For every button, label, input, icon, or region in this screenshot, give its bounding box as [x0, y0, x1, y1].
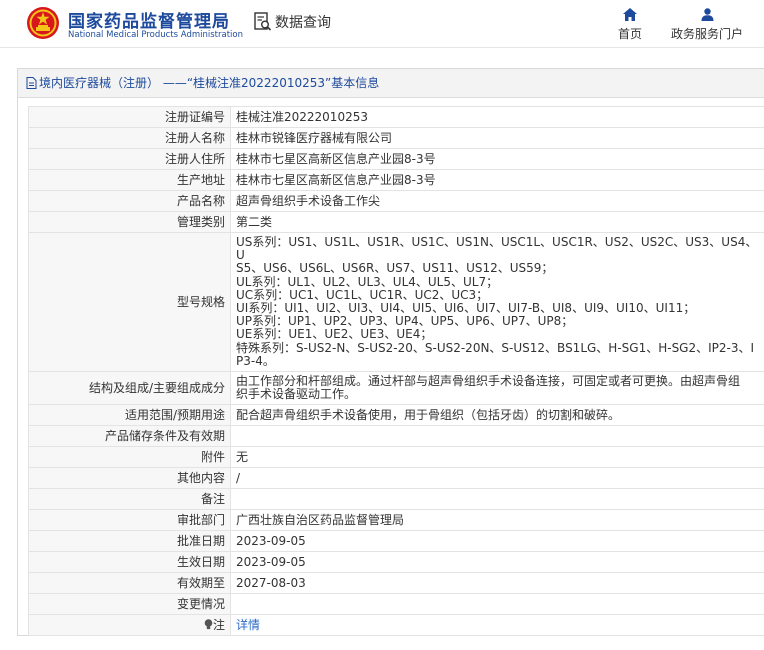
model-line: P3-4。: [236, 353, 275, 368]
field-label: 附件: [28, 446, 231, 469]
model-line: 特殊系列：S-US2-N、S-US2-20、S-US2-20N、S-US12、B…: [236, 340, 755, 355]
model-line: US系列：US1、US1L、US1R、US1C、US1N、USC1L、USC1R…: [236, 235, 758, 263]
table-row: 注册证编号 桂械注准20222010253: [28, 106, 764, 128]
site-header: 国家药品监督管理局 National Medical Products Admi…: [0, 0, 764, 48]
user-icon: [701, 8, 713, 21]
field-value: [230, 488, 764, 511]
home-icon: [623, 8, 637, 21]
field-label: 型号规格: [28, 231, 231, 373]
field-value: 广西壮族自治区药品监督管理局: [230, 509, 764, 532]
document-icon: [26, 77, 37, 89]
table-row: 注 详情: [28, 614, 764, 637]
registration-info-table: 注册证编号 桂械注准20222010253 注册人名称 桂林市锐锋医疗器械有限公…: [28, 106, 764, 637]
field-value: 配合超声骨组织手术设备使用，用于骨组织（包括牙齿）的切割和破碎。: [230, 404, 764, 427]
info-panel: 境内医疗器械（注册） ——“桂械注准20222010253”基本信息 注册证编号…: [17, 68, 764, 637]
structure-value: 由工作部分和杆部组成。通过杆部与超声骨组织手术设备连接，可固定或者可更换。由超声…: [230, 371, 764, 406]
table-row: 注册人住所 桂林市七星区高新区信息产业园8-3号: [28, 148, 764, 170]
table-row: 结构及组成/主要组成成分 由工作部分和杆部组成。通过杆部与超声骨组织手术设备连接…: [28, 371, 764, 406]
nav-home[interactable]: 首页: [610, 8, 650, 42]
table-row: 批准日期 2023-09-05: [28, 530, 764, 553]
note-label: 注: [28, 614, 231, 637]
field-label: 生产地址: [28, 169, 231, 191]
model-line: UL系列：UL1、UL2、UL3、UL4、UL5、UL7；: [236, 274, 499, 289]
field-value: 2023-09-05: [230, 551, 764, 574]
table-row: 附件 无: [28, 446, 764, 469]
field-label: 产品名称: [28, 190, 231, 212]
field-label: 有效期至: [28, 572, 231, 595]
field-label: 注: [212, 618, 225, 633]
field-label: 结构及组成/主要组成成分: [28, 371, 231, 406]
field-value: 2023-09-05: [230, 530, 764, 553]
field-value: [230, 425, 764, 448]
brand-title: 国家药品监督管理局: [68, 12, 230, 32]
lightbulb-icon: [204, 619, 213, 630]
nav-home-label: 首页: [617, 27, 642, 41]
table-row: 产品储存条件及有效期: [28, 425, 764, 448]
model-line: UE系列：UE1、UE2、UE3、UE4；: [236, 327, 433, 342]
field-value: 桂林市锐锋医疗器械有限公司: [230, 127, 764, 149]
field-label: 产品储存条件及有效期: [28, 425, 231, 448]
field-value: 第二类: [230, 211, 764, 233]
table-row: 型号规格 US系列：US1、US1L、US1R、US1C、US1N、USC1L、…: [28, 231, 764, 373]
data-query-link[interactable]: 数据查询: [254, 12, 331, 32]
table-row: 有效期至 2027-08-03: [28, 572, 764, 595]
table-row: 管理类别 第二类: [28, 211, 764, 233]
table-row: 生产地址 桂林市七星区高新区信息产业园8-3号: [28, 169, 764, 191]
details-link[interactable]: 详情: [236, 618, 260, 632]
table-row: 其他内容 /: [28, 467, 764, 490]
field-label: 注册证编号: [28, 106, 231, 128]
field-value: 桂林市七星区高新区信息产业园8-3号: [230, 148, 764, 170]
field-value: 无: [230, 446, 764, 469]
document-search-icon: [254, 12, 272, 31]
structure-line: 织手术设备驱动工作。: [236, 387, 357, 402]
table-row: 审批部门 广西壮族自治区药品监督管理局: [28, 509, 764, 532]
field-label: 审批部门: [28, 509, 231, 532]
field-label: 备注: [28, 488, 231, 511]
national-emblem-icon: [27, 7, 59, 39]
field-value: 超声骨组织手术设备工作尖: [230, 190, 764, 212]
field-value: 桂林市七星区高新区信息产业园8-3号: [230, 169, 764, 191]
field-label: 注册人名称: [28, 127, 231, 149]
table-row: 适用范围/预期用途 配合超声骨组织手术设备使用，用于骨组织（包括牙齿）的切割和破…: [28, 404, 764, 427]
data-query-label: 数据查询: [275, 15, 331, 31]
field-value: /: [230, 467, 764, 490]
panel-title: 境内医疗器械（注册） ——“桂械注准20222010253”基本信息: [18, 69, 764, 98]
field-label: 其他内容: [28, 467, 231, 490]
table-row: 变更情况: [28, 593, 764, 616]
field-value: 桂械注准20222010253: [230, 106, 764, 128]
table-row: 备注: [28, 488, 764, 511]
field-value: 2027-08-03: [230, 572, 764, 595]
model-spec-value: US系列：US1、US1L、US1R、US1C、US1N、USC1L、USC1R…: [230, 231, 764, 373]
model-line: S5、US6、US6L、US6R、US7、US11、US12、US59；: [236, 261, 554, 276]
field-value: [230, 593, 764, 616]
table-row: 生效日期 2023-09-05: [28, 551, 764, 574]
field-label: 管理类别: [28, 211, 231, 233]
field-label: 变更情况: [28, 593, 231, 616]
brand-subtitle: National Medical Products Administration: [68, 30, 243, 40]
field-label: 生效日期: [28, 551, 231, 574]
nav-service-portal[interactable]: 政务服务门户: [664, 8, 750, 42]
nav-service-label: 政务服务门户: [670, 27, 743, 41]
field-label: 批准日期: [28, 530, 231, 553]
table-row: 注册人名称 桂林市锐锋医疗器械有限公司: [28, 127, 764, 149]
panel-title-text: 境内医疗器械（注册） ——“桂械注准20222010253”基本信息: [39, 76, 380, 90]
table-row: 产品名称 超声骨组织手术设备工作尖: [28, 190, 764, 212]
field-label: 注册人住所: [28, 148, 231, 170]
field-label: 适用范围/预期用途: [28, 404, 231, 427]
